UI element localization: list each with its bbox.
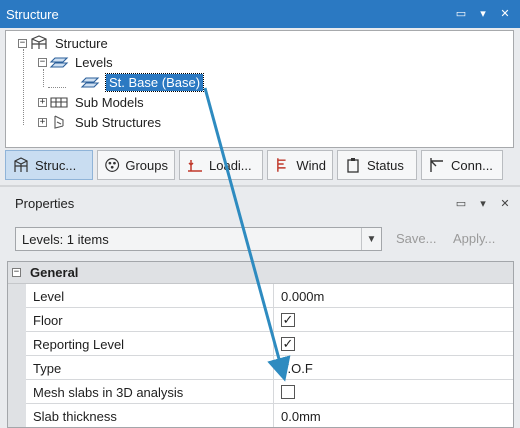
property-value-cell[interactable]: ✓ bbox=[273, 308, 513, 332]
sub-models-icon bbox=[49, 94, 69, 110]
tab-connections-label: Conn... bbox=[451, 157, 493, 173]
property-name: Reporting Level bbox=[33, 337, 125, 352]
tree-item-sub-structures[interactable]: + Sub Structures bbox=[38, 112, 161, 132]
pin-icon[interactable]: ▾ bbox=[476, 196, 490, 210]
close-icon[interactable]: ✕ bbox=[498, 196, 512, 210]
tree-item-st-base[interactable]: St. Base (Base) bbox=[66, 72, 205, 92]
tree-item-levels[interactable]: − Levels bbox=[38, 52, 113, 72]
category-general[interactable]: − General bbox=[8, 262, 513, 284]
grid-gutter bbox=[8, 284, 26, 427]
structure-panel-title: Structure bbox=[6, 7, 59, 22]
maximize-icon[interactable]: ▭ bbox=[454, 6, 468, 20]
tab-groups-label: Groups bbox=[125, 157, 168, 173]
selection-dropdown[interactable]: Levels: 1 items ▼ bbox=[15, 227, 382, 251]
property-name: Floor bbox=[33, 313, 63, 328]
property-value-cell[interactable] bbox=[273, 380, 513, 404]
expand-icon[interactable]: + bbox=[38, 117, 47, 127]
tab-wind-label: Wind bbox=[296, 157, 326, 173]
levels-icon bbox=[49, 54, 69, 70]
tab-structure-label: Struc... bbox=[35, 157, 77, 173]
property-value-cell[interactable]: ✓ bbox=[273, 332, 513, 356]
loading-icon bbox=[188, 160, 202, 172]
chevron-down-icon[interactable]: ▼ bbox=[361, 228, 381, 250]
reporting-level-checkbox[interactable]: ✓ bbox=[281, 337, 295, 351]
status-icon bbox=[347, 158, 359, 173]
save-button[interactable]: Save... bbox=[396, 231, 436, 246]
property-value-cell[interactable]: T.O.F bbox=[273, 356, 513, 380]
property-value-cell[interactable]: 0.0mm bbox=[273, 404, 513, 427]
apply-button[interactable]: Apply... bbox=[453, 231, 495, 246]
structure-tabs: Struc... Groups Loadi... Wind Status Con… bbox=[5, 150, 517, 182]
structure-tree[interactable]: − Structure − Levels St. Base (Base) + S… bbox=[5, 30, 514, 148]
mesh-slabs-checkbox[interactable] bbox=[281, 385, 295, 399]
properties-filter-bar: Levels: 1 items ▼ Save... Apply... bbox=[15, 227, 510, 251]
tab-status-label: Status bbox=[367, 157, 404, 173]
connections-icon bbox=[430, 158, 443, 172]
tree-label-sub-structures: Sub Structures bbox=[75, 114, 161, 130]
selection-dropdown-value: Levels: 1 items bbox=[22, 232, 109, 247]
expand-icon[interactable]: + bbox=[38, 97, 47, 107]
property-row-type[interactable]: Type T.O.F bbox=[26, 356, 513, 380]
tab-loading[interactable]: Loadi... bbox=[179, 150, 263, 180]
properties-panel-title: Properties bbox=[15, 196, 75, 211]
collapse-icon[interactable]: − bbox=[18, 38, 27, 48]
close-icon[interactable]: ✕ bbox=[498, 6, 512, 20]
tab-wind[interactable]: Wind bbox=[267, 150, 333, 180]
tab-status[interactable]: Status bbox=[337, 150, 417, 180]
tree-label-st-base: St. Base (Base) bbox=[104, 72, 205, 92]
property-row-slab-thickness[interactable]: Slab thickness 0.0mm bbox=[26, 404, 513, 427]
property-name: Slab thickness bbox=[33, 409, 117, 424]
structure-window-controls: ▭ ▾ ✕ bbox=[454, 6, 512, 20]
tab-structure[interactable]: Struc... bbox=[5, 150, 93, 180]
property-name: Level bbox=[33, 289, 65, 304]
level-icon bbox=[80, 74, 100, 90]
structure-icon bbox=[29, 35, 49, 51]
wind-icon bbox=[277, 158, 286, 172]
structure-panel-titlebar: Structure ▭ ▾ ✕ bbox=[0, 0, 520, 28]
collapse-icon[interactable]: − bbox=[12, 268, 21, 277]
property-grid: − General Level 0.000m Floor ✓ Reporting… bbox=[7, 261, 514, 428]
tab-groups[interactable]: Groups bbox=[97, 150, 175, 180]
property-value: 0.000m bbox=[281, 289, 325, 304]
maximize-icon[interactable]: ▭ bbox=[454, 196, 468, 210]
tree-label-sub-models: Sub Models bbox=[75, 94, 144, 110]
sub-structures-icon bbox=[49, 114, 69, 130]
tab-connections[interactable]: Conn... bbox=[421, 150, 503, 180]
tree-item-structure[interactable]: − Structure bbox=[18, 33, 108, 53]
property-row-floor[interactable]: Floor ✓ bbox=[26, 308, 513, 332]
floor-checkbox[interactable]: ✓ bbox=[281, 313, 295, 327]
property-row-reporting-level[interactable]: Reporting Level ✓ bbox=[26, 332, 513, 356]
panel-splitter[interactable] bbox=[0, 185, 520, 187]
groups-icon bbox=[105, 158, 120, 172]
structure-icon bbox=[14, 157, 28, 172]
properties-window-controls: ▭ ▾ ✕ bbox=[454, 196, 512, 210]
property-name: Type bbox=[33, 361, 62, 376]
tree-label-structure: Structure bbox=[55, 35, 108, 51]
properties-panel-header: Properties ▭ ▾ ✕ bbox=[0, 190, 520, 218]
property-value: T.O.F bbox=[281, 361, 313, 376]
property-row-mesh-slabs[interactable]: Mesh slabs in 3D analysis bbox=[26, 380, 513, 404]
property-value: 0.0mm bbox=[281, 409, 321, 424]
pin-icon[interactable]: ▾ bbox=[476, 6, 490, 20]
property-name: Mesh slabs in 3D analysis bbox=[33, 385, 184, 400]
tree-item-sub-models[interactable]: + Sub Models bbox=[38, 92, 144, 112]
property-row-level[interactable]: Level 0.000m bbox=[26, 284, 513, 308]
property-value-cell[interactable]: 0.000m bbox=[273, 284, 513, 308]
tree-label-levels: Levels bbox=[75, 54, 113, 70]
tab-loading-label: Loadi... bbox=[209, 157, 252, 173]
collapse-icon[interactable]: − bbox=[38, 57, 47, 67]
category-general-label: General bbox=[30, 265, 79, 280]
